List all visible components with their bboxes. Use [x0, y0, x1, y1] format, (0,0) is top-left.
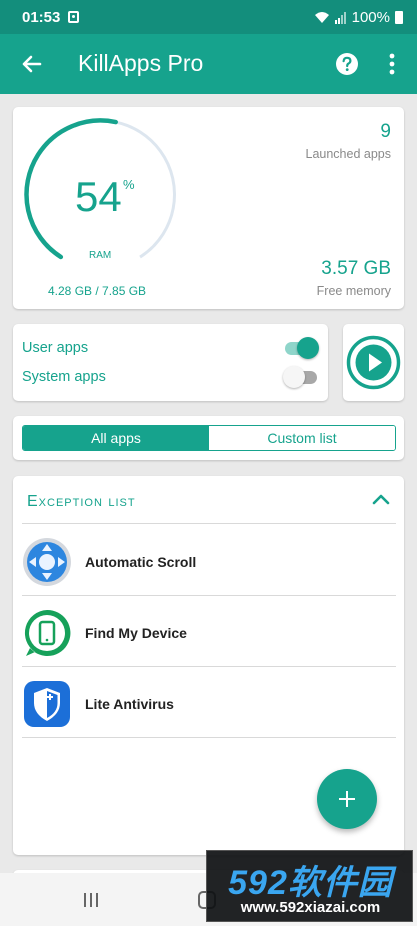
user-apps-label: User apps [22, 340, 89, 356]
find-device-icon [24, 609, 71, 656]
ram-card: 54 % RAM 4.28 GB / 7.85 GB 9 Launched ap… [13, 107, 404, 309]
status-icons: 100% [314, 9, 403, 26]
exception-list-header[interactable]: Exception list [22, 476, 396, 524]
chevron-up-icon[interactable] [372, 492, 390, 506]
switch-knob [283, 366, 305, 388]
ram-usage-detail: 4.28 GB / 7.85 GB [48, 284, 147, 298]
battery-icon [395, 10, 403, 24]
free-memory-value: 3.57 GB [321, 258, 391, 279]
back-arrow-icon[interactable] [18, 50, 46, 78]
app-name: Find My Device [85, 625, 187, 641]
user-apps-row: User apps [22, 336, 319, 360]
add-exception-button[interactable] [317, 769, 377, 829]
user-apps-switch[interactable] [283, 337, 319, 359]
notification-icon [68, 11, 80, 23]
more-options-icon[interactable] [382, 51, 402, 77]
ram-label: RAM [89, 250, 112, 261]
exception-list-title: Exception list [27, 493, 136, 510]
shield-icon [24, 681, 70, 727]
battery-percent: 100% [351, 8, 390, 26]
watermark-logo: 592软件园 [228, 864, 393, 902]
status-bar: 01:53 100% [0, 0, 417, 34]
launched-apps-label: Launched apps [305, 147, 392, 161]
list-item[interactable]: Automatic Scroll [22, 526, 396, 596]
list-item[interactable]: Lite Antivirus [22, 668, 396, 738]
compass-arrows-icon [23, 538, 71, 586]
list-item[interactable]: Find My Device [22, 597, 396, 667]
recent-apps-icon[interactable] [84, 893, 102, 912]
system-apps-switch[interactable] [283, 366, 319, 388]
free-memory-label: Free memory [316, 284, 391, 298]
launched-apps-count: 9 [380, 121, 391, 142]
watermark: 592软件园 www.592xiazai.com [206, 850, 413, 922]
watermark-url: www.592xiazai.com [240, 899, 381, 916]
help-icon[interactable] [335, 52, 359, 76]
status-time: 01:53 [22, 8, 61, 26]
app-bar: KillApps Pro [0, 34, 417, 94]
system-apps-label: System apps [22, 369, 106, 385]
app-filter-card: User apps System apps [13, 324, 328, 401]
system-apps-row: System apps [22, 365, 319, 389]
wifi-icon [314, 11, 329, 23]
list-tabs-card: All apps Custom list [13, 416, 404, 460]
ram-percent: 54 [75, 173, 122, 220]
app-name: Lite Antivirus [85, 696, 174, 712]
ram-percent-sign: % [123, 177, 135, 192]
app-name: Automatic Scroll [85, 554, 197, 570]
play-circle-icon [346, 335, 401, 390]
signal-icon [334, 11, 346, 24]
segmented-tabs: All apps Custom list [22, 425, 396, 451]
page-title: KillApps Pro [78, 50, 204, 76]
tab-custom-list[interactable]: Custom list [209, 426, 395, 450]
tab-all-apps[interactable]: All apps [23, 426, 209, 450]
kill-apps-button[interactable] [343, 324, 404, 401]
switch-knob [297, 337, 319, 359]
